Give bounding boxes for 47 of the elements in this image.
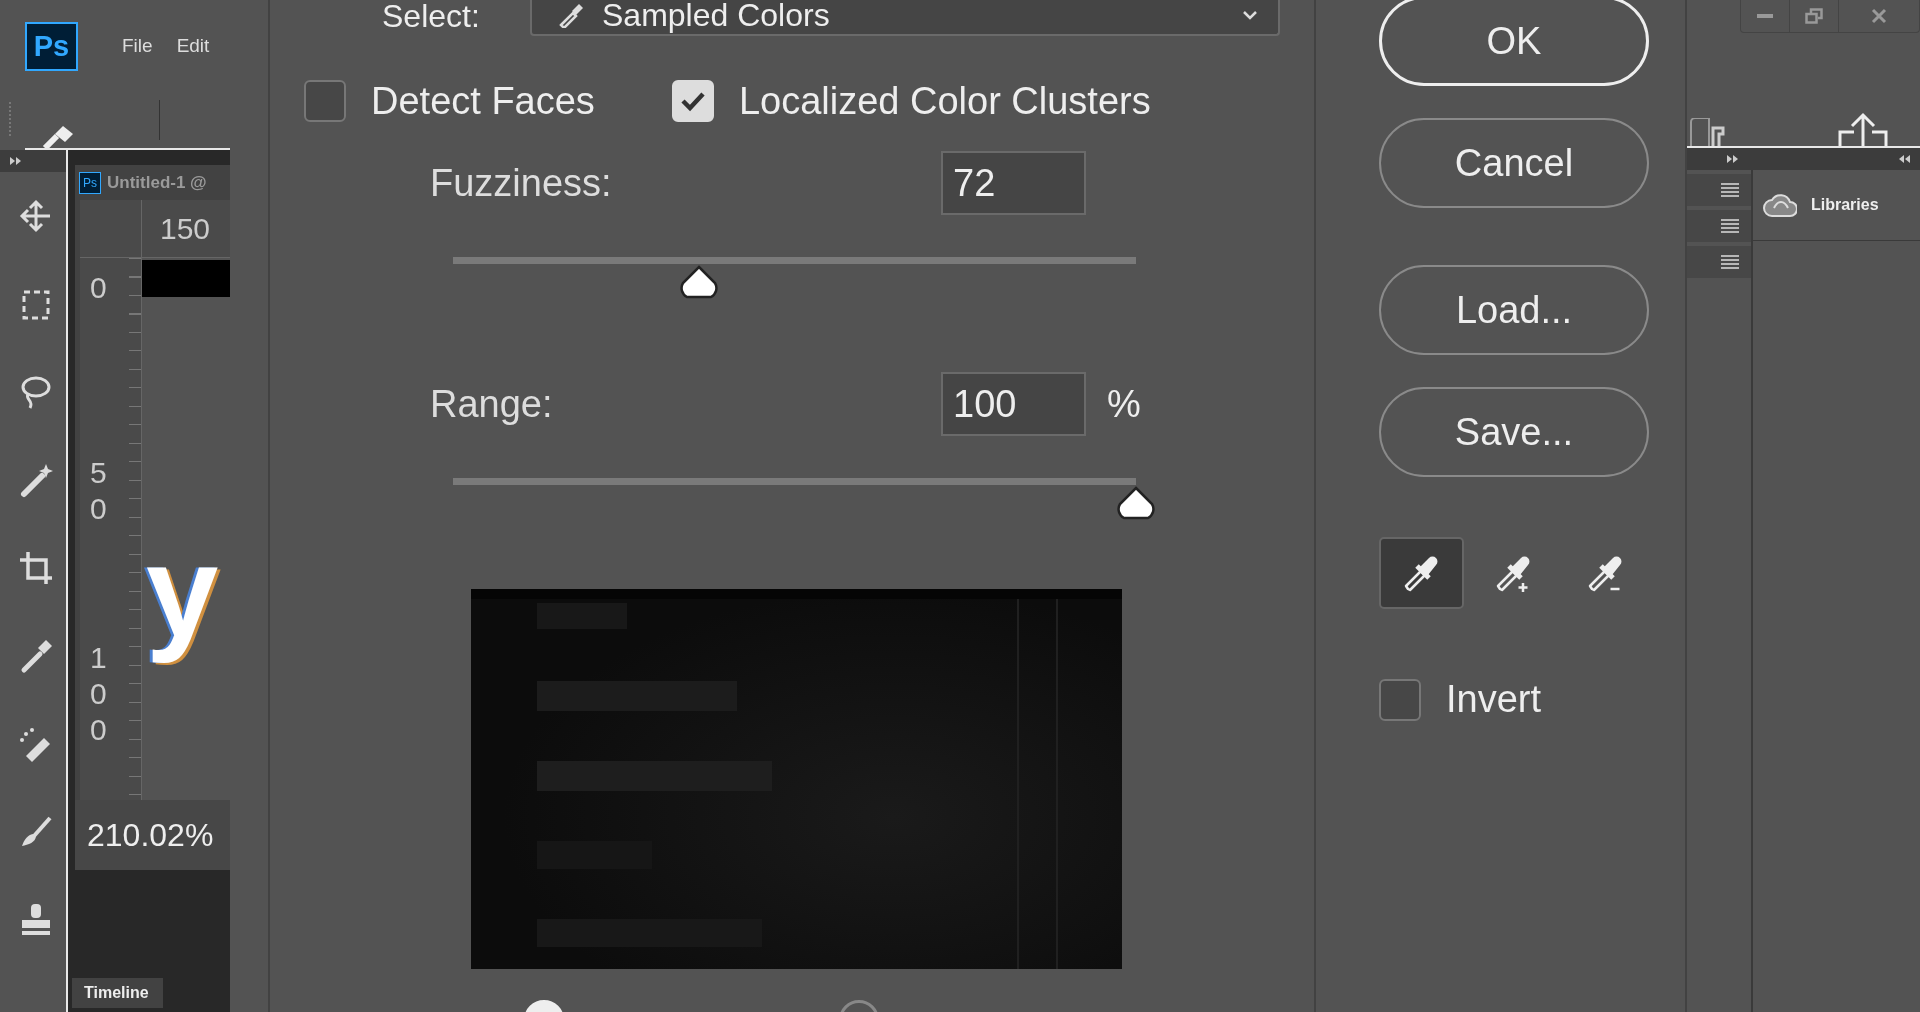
canvas-text: y [145,517,220,666]
field-label: Range: [430,382,554,426]
document-icon[interactable] [1689,118,1727,146]
eyedropper-icon [558,2,584,28]
input-field[interactable]: 100 [941,372,1086,436]
select-dropdown[interactable]: Sampled Colors [530,0,1280,36]
menu-item[interactable]: File [122,35,153,57]
slider-thumb[interactable] [679,265,718,299]
restore-icon[interactable] [1805,8,1823,24]
default-button[interactable]: OK [1379,0,1649,86]
double-chevron-icon[interactable] [1898,155,1910,163]
document-logo: Ps [79,171,101,194]
double-chevron-icon[interactable] [10,157,22,165]
ruler-label: 0 [90,270,108,306]
checkbox-label[interactable]: Localized Color Clusters [738,79,1151,123]
dialog-button[interactable]: Cancel [1379,118,1649,208]
menu-icon[interactable] [1721,183,1739,197]
slider-thumb[interactable] [1117,486,1155,520]
menu-icon[interactable] [1721,255,1739,269]
app-logo[interactable]: Ps [25,21,78,71]
eyedropper-icon[interactable] [41,126,75,148]
select-label: Select: [382,0,481,35]
document-tab[interactable]: Untitled-1 @ [107,172,207,193]
double-chevron-icon[interactable] [1727,155,1739,163]
input-field[interactable]: 72 [941,151,1086,215]
ruler-label: 50 [90,455,108,527]
chevron-down-icon [1242,10,1258,20]
ruler-label: 150 [160,211,211,246]
menu-icon[interactable] [1721,219,1739,233]
checkmark-icon [679,90,706,112]
panel-tab[interactable]: Libraries [1811,196,1879,214]
close-icon[interactable] [1871,8,1887,24]
checkbox-label[interactable]: Detect Faces [371,79,595,123]
checkbox-label[interactable]: Invert [1446,678,1542,721]
zoom-level: 210.02% [87,816,214,854]
unit-label: % [1107,382,1141,426]
field-label: Fuzziness: [430,161,613,205]
dialog-button[interactable]: Load... [1379,265,1649,355]
share-icon[interactable] [1836,112,1890,146]
eyedropper-button[interactable] [1379,537,1464,609]
checkbox[interactable] [1379,678,1421,721]
dialog-button[interactable]: Save... [1379,387,1649,477]
cloud-icon[interactable] [1763,191,1797,219]
ruler-label: 100 [90,640,108,748]
menu-item[interactable]: Edit [176,35,210,57]
timeline-tab[interactable]: Timeline [72,978,163,1008]
checkbox[interactable] [304,80,346,122]
